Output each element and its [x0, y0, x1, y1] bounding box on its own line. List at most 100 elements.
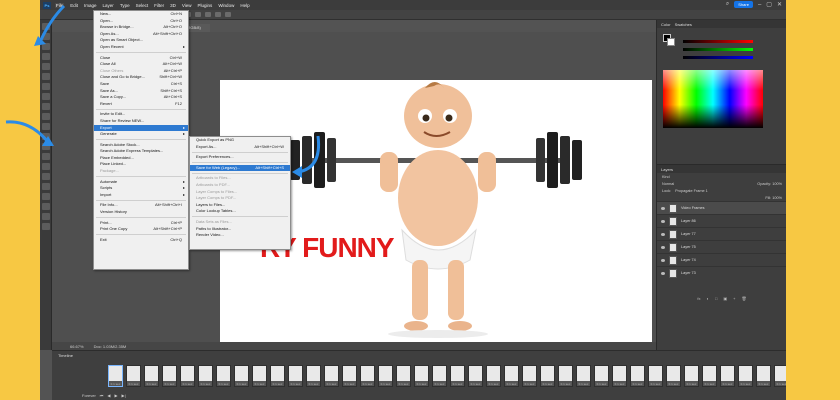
frame-duration[interactable]: 0.1 sec: [399, 382, 409, 386]
frame-duration[interactable]: 0.1 sec: [255, 382, 265, 386]
timeline-frame[interactable]: 0.1 sec: [666, 365, 681, 387]
frame-duration[interactable]: 0.1 sec: [201, 382, 211, 386]
frame-duration[interactable]: 0.1 sec: [777, 382, 786, 386]
blue-slider[interactable]: [683, 56, 753, 59]
menu-item-print[interactable]: Print... Ctrl+P: [94, 220, 188, 227]
frame-duration[interactable]: 0.1 sec: [543, 382, 553, 386]
align-top-icon[interactable]: [195, 12, 202, 17]
menu-type[interactable]: Type: [120, 3, 130, 8]
move-tool-icon[interactable]: [42, 23, 50, 30]
zoom-tool-icon[interactable]: [42, 223, 50, 230]
menu-item-export-preferences[interactable]: Export Preferences...: [190, 154, 290, 161]
pen-tool-icon[interactable]: [42, 173, 50, 180]
frame-duration[interactable]: 0.1 sec: [147, 382, 157, 386]
visibility-eye-icon[interactable]: [661, 219, 665, 223]
menu-edit[interactable]: Edit: [70, 3, 78, 8]
eyedropper-tool-icon[interactable]: [42, 83, 50, 90]
lasso-tool-icon[interactable]: [42, 43, 50, 50]
timeline-frame[interactable]: 0.1 sec: [504, 365, 519, 387]
layer-row[interactable]: Video Frames: [657, 201, 786, 214]
menu-plugins[interactable]: Plugins: [198, 3, 213, 8]
menu-item-version-history[interactable]: Version History: [94, 209, 188, 216]
menu-item-import[interactable]: Import ▸: [94, 192, 188, 199]
brush-tool-icon[interactable]: [42, 103, 50, 110]
timeline-frame[interactable]: 0.1 sec: [576, 365, 591, 387]
link-layers-icon[interactable]: fx: [697, 296, 700, 304]
timeline-frame[interactable]: 0.1 sec: [180, 365, 195, 387]
timeline-frame[interactable]: 0.1 sec: [162, 365, 177, 387]
menu-item-invite-to-edit[interactable]: Invite to Edit...: [94, 111, 188, 118]
timeline-frame[interactable]: 0.1 sec: [486, 365, 501, 387]
timeline-frame[interactable]: 0.1 sec: [252, 365, 267, 387]
blend-mode-select[interactable]: Normal: [662, 182, 674, 186]
frame-duration[interactable]: 0.1 sec: [633, 382, 643, 386]
loop-select[interactable]: Forever: [82, 393, 96, 398]
menu-item-color-lookup-tables[interactable]: Color Lookup Tables...: [190, 208, 290, 215]
next-frame-icon[interactable]: ▶|: [122, 393, 126, 398]
menu-3d[interactable]: 3D: [170, 3, 176, 8]
color-spectrum[interactable]: [663, 70, 763, 128]
frame-duration[interactable]: 0.1 sec: [741, 382, 751, 386]
minimize-icon[interactable]: –: [758, 2, 761, 8]
visibility-eye-icon[interactable]: [661, 258, 665, 262]
menu-window[interactable]: Window: [218, 3, 234, 8]
share-button[interactable]: Share: [734, 1, 753, 8]
layer-row[interactable]: Layer 77: [657, 227, 786, 240]
first-frame-icon[interactable]: ⏮: [100, 393, 104, 398]
menu-item-scripts[interactable]: Scripts ▸: [94, 185, 188, 192]
red-slider[interactable]: [683, 40, 753, 43]
timeline-frame[interactable]: 0.1 sec: [612, 365, 627, 387]
tab-color[interactable]: Color: [661, 22, 671, 27]
menu-item-render-video[interactable]: Render Video...: [190, 232, 290, 239]
frame-duration[interactable]: 0.1 sec: [129, 382, 139, 386]
mask-icon[interactable]: □: [715, 296, 717, 304]
prev-frame-icon[interactable]: ◀: [107, 393, 110, 398]
timeline-frame[interactable]: 0.1 sec: [720, 365, 735, 387]
opacity-field[interactable]: Opacity: 100%: [757, 182, 782, 186]
menu-item-close-and-go-to-bridge[interactable]: Close and Go to Bridge... Shift+Ctrl+W: [94, 74, 188, 81]
menu-item-place-embedded[interactable]: Place Embedded...: [94, 155, 188, 162]
frame-duration[interactable]: 0.1 sec: [273, 382, 283, 386]
visibility-eye-icon[interactable]: [661, 232, 665, 236]
kind-filter[interactable]: Kind: [662, 175, 670, 179]
timeline-frame[interactable]: 0.1 sec: [432, 365, 447, 387]
timeline-frame[interactable]: 0.1 sec: [540, 365, 555, 387]
frame-duration[interactable]: 0.1 sec: [723, 382, 733, 386]
timeline-frame[interactable]: 0.1 sec: [594, 365, 609, 387]
zoom-level[interactable]: 66.67%: [70, 344, 84, 349]
frame-duration[interactable]: 0.1 sec: [237, 382, 247, 386]
menu-item-open[interactable]: Open... Ctrl+O: [94, 18, 188, 25]
menu-item-automate[interactable]: Automate ▸: [94, 179, 188, 186]
frame-duration[interactable]: 0.1 sec: [435, 382, 445, 386]
menu-item-open-recent[interactable]: Open Recent ▸: [94, 44, 188, 51]
path-select-tool-icon[interactable]: [42, 193, 50, 200]
healing-tool-icon[interactable]: [42, 93, 50, 100]
timeline-frame[interactable]: 0.1 sec: [756, 365, 771, 387]
timeline-frame[interactable]: 0.1 sec: [648, 365, 663, 387]
propagate-checkbox[interactable]: Propagate Frame 1: [675, 189, 708, 193]
menu-item-close[interactable]: Close Ctrl+W: [94, 55, 188, 62]
frame-duration[interactable]: 0.1 sec: [453, 382, 463, 386]
timeline-frame[interactable]: 0.1 sec: [774, 365, 786, 387]
hand-tool-icon[interactable]: [42, 213, 50, 220]
visibility-eye-icon[interactable]: [661, 206, 665, 210]
timeline-frame[interactable]: 0.1 sec: [684, 365, 699, 387]
menu-item-share-for-review-new[interactable]: Share for Review NEW...: [94, 118, 188, 125]
frame-duration[interactable]: 0.1 sec: [759, 382, 769, 386]
timeline-frame[interactable]: 0.1 sec: [306, 365, 321, 387]
frame-duration[interactable]: 0.1 sec: [579, 382, 589, 386]
fx-icon[interactable]: ◐: [707, 296, 709, 304]
quick-select-tool-icon[interactable]: [42, 53, 50, 60]
timeline-frame[interactable]: 0.1 sec: [234, 365, 249, 387]
timeline-frame[interactable]: 0.1 sec: [126, 365, 141, 387]
timeline-frame[interactable]: 0.1 sec: [108, 365, 123, 387]
menu-item-generate[interactable]: Generate ▸: [94, 131, 188, 138]
timeline-frame[interactable]: 0.1 sec: [396, 365, 411, 387]
gradient-tool-icon[interactable]: [42, 143, 50, 150]
type-tool-icon[interactable]: [42, 183, 50, 190]
maximize-icon[interactable]: ▢: [766, 1, 772, 8]
timeline-frame[interactable]: 0.1 sec: [216, 365, 231, 387]
frame-duration[interactable]: 0.1 sec: [417, 382, 427, 386]
frame-duration[interactable]: 0.1 sec: [345, 382, 355, 386]
menu-item-exit[interactable]: Exit Ctrl+Q: [94, 237, 188, 244]
